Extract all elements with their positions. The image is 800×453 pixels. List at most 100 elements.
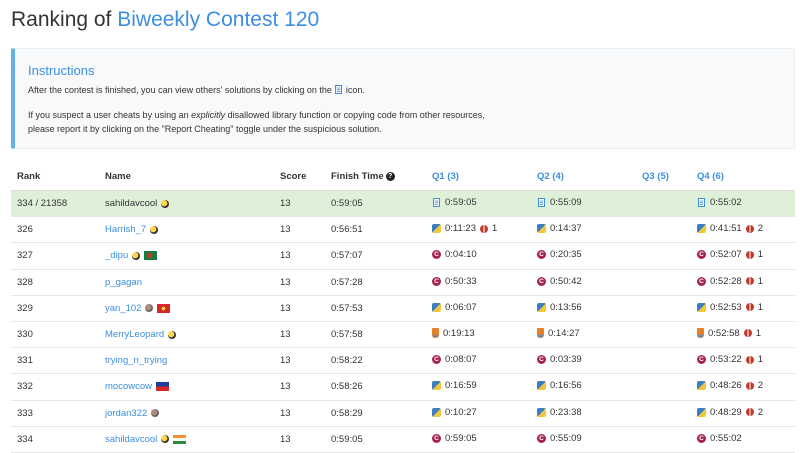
instructions-text: disallowed library function or copying c… xyxy=(225,110,485,120)
rank-cell: 333 xyxy=(11,400,99,427)
solve-time: 0:19:13 xyxy=(443,327,475,339)
table-header-row: Rank Name Score Finish Time? Q1 (3) Q2 (… xyxy=(11,162,795,191)
solution-doc-icon[interactable] xyxy=(433,198,440,208)
header-name: Name xyxy=(99,162,274,191)
penalty-count: 1 xyxy=(757,275,763,287)
q4-submission: 0:52:53 1 xyxy=(697,302,763,313)
python-icon[interactable] xyxy=(537,224,546,234)
header-q4[interactable]: Q4 (6) xyxy=(691,162,795,191)
solve-time: 0:13:56 xyxy=(550,301,582,313)
q1-cell: 0:50:33 xyxy=(426,269,531,296)
instructions-title: Instructions xyxy=(28,63,95,78)
header-q1[interactable]: Q1 (3) xyxy=(426,162,531,191)
penalty-count: 2 xyxy=(757,406,763,418)
java-icon[interactable] xyxy=(537,328,544,339)
python-icon[interactable] xyxy=(697,381,706,391)
q4-cell: 0:52:28 1 xyxy=(691,269,795,296)
python-icon[interactable] xyxy=(537,381,546,391)
q2-cell: 0:55:09 xyxy=(531,426,636,453)
table-row: 334 / 21358 sahildavcool 13 0:59:05 0:59:05 0… xyxy=(11,190,795,218)
score-cell: 13 xyxy=(274,216,325,244)
knight-badge-icon xyxy=(132,251,141,260)
header-q2[interactable]: Q2 (4) xyxy=(531,162,636,191)
score-cell: 13 xyxy=(274,373,325,401)
solve-time: 0:10:27 xyxy=(445,406,477,418)
cpp-icon[interactable] xyxy=(432,276,441,286)
instructions-emphasis: explicitly xyxy=(191,110,226,120)
cpp-icon[interactable] xyxy=(432,433,441,443)
knight-badge-icon xyxy=(161,199,170,208)
java-icon[interactable] xyxy=(432,328,439,339)
user-name-link[interactable]: _dipu xyxy=(105,250,128,261)
python-icon[interactable] xyxy=(432,407,441,417)
header-rank: Rank xyxy=(11,162,99,191)
table-row: 326 Harrish_7 13 0:56:51 0:11:23 1 0:14:37 0:41… xyxy=(11,216,795,244)
finish-time-cell: 0:59:05 xyxy=(325,426,426,453)
cpp-icon[interactable] xyxy=(697,250,706,260)
solve-time: 0:14:27 xyxy=(548,327,580,339)
python-icon[interactable] xyxy=(697,302,706,312)
solve-time: 0:03:39 xyxy=(550,354,582,366)
q1-submission: 0:16:59 xyxy=(432,380,477,391)
solution-doc-icon[interactable] xyxy=(538,198,545,208)
name-cell: mocowcow xyxy=(99,373,274,401)
user-name-link[interactable]: sahildavcool xyxy=(105,434,157,445)
q4-submission: 0:52:28 1 xyxy=(697,276,763,287)
solve-time: 0:55:09 xyxy=(550,197,582,209)
solve-time: 0:52:07 xyxy=(710,249,742,261)
table-row: 328 p_gagan 130:57:28 0:50:33 0:50:42 0:52:28… xyxy=(11,269,795,296)
user-name-link[interactable]: yan_102 xyxy=(105,303,141,314)
bug-icon xyxy=(743,329,752,338)
cpp-icon[interactable] xyxy=(697,433,706,443)
python-icon[interactable] xyxy=(432,381,441,391)
table-row: 329 yan_102 13 0:57:53 0:06:07 0:13:56 0:52:53… xyxy=(11,295,795,322)
python-icon[interactable] xyxy=(537,407,546,417)
cpp-icon[interactable] xyxy=(537,355,546,365)
user-name-link[interactable]: MerryLeopard xyxy=(105,329,164,340)
user-name-link[interactable]: mocowcow xyxy=(105,381,152,392)
score-cell: 13 xyxy=(274,400,325,427)
solve-time: 0:11:23 xyxy=(445,223,476,235)
java-icon[interactable] xyxy=(697,328,704,339)
table-row: 333 jordan322 13 0:58:29 0:10:27 0:23:38 0:48:… xyxy=(11,400,795,427)
contest-link[interactable]: Biweekly Contest 120 xyxy=(117,8,319,31)
cpp-icon[interactable] xyxy=(697,276,706,286)
solve-time: 0:55:02 xyxy=(710,197,742,209)
score-cell: 13 xyxy=(274,190,325,218)
q2-submission: 0:20:35 xyxy=(537,249,582,260)
python-icon[interactable] xyxy=(697,224,706,234)
python-icon[interactable] xyxy=(432,224,441,234)
user-name-link[interactable]: trying_n_trying xyxy=(105,355,167,366)
name-cell: yan_102 xyxy=(99,295,274,322)
python-icon[interactable] xyxy=(697,407,706,417)
help-icon[interactable]: ? xyxy=(385,171,395,181)
solution-doc-icon[interactable] xyxy=(698,198,705,208)
cpp-icon[interactable] xyxy=(432,355,441,365)
instructions-panel: Instructions After the contest is finish… xyxy=(11,48,795,149)
cpp-icon[interactable] xyxy=(537,250,546,260)
user-name-link[interactable]: jordan322 xyxy=(105,408,147,419)
penalty-count: 1 xyxy=(755,327,761,339)
cpp-icon[interactable] xyxy=(537,276,546,286)
cpp-icon[interactable] xyxy=(697,355,706,365)
solve-time: 0:50:42 xyxy=(550,275,582,287)
q2-cell: 0:16:56 xyxy=(531,373,636,401)
python-icon[interactable] xyxy=(537,302,546,312)
cpp-icon[interactable] xyxy=(432,250,441,260)
solve-time: 0:16:59 xyxy=(445,380,477,392)
q3-cell xyxy=(636,321,691,349)
python-icon[interactable] xyxy=(432,302,441,312)
flag-bd-icon xyxy=(144,251,158,261)
user-name-link[interactable]: p_gagan xyxy=(105,277,142,288)
name-cell: Harrish_7 xyxy=(99,216,274,244)
instructions-paragraph-2: If you suspect a user cheats by using an… xyxy=(28,110,485,120)
user-name-link[interactable]: Harrish_7 xyxy=(105,224,146,235)
ranking-table: Rank Name Score Finish Time? Q1 (3) Q2 (… xyxy=(11,162,795,453)
solve-time: 0:23:38 xyxy=(550,406,582,418)
user-name-link[interactable]: sahildavcool xyxy=(105,198,157,209)
guardian-badge-icon xyxy=(151,409,160,418)
header-q3[interactable]: Q3 (5) xyxy=(636,162,691,191)
q1-submission: 0:08:07 xyxy=(432,354,477,365)
cpp-icon[interactable] xyxy=(537,433,546,443)
q2-submission: 0:16:56 xyxy=(537,380,582,391)
